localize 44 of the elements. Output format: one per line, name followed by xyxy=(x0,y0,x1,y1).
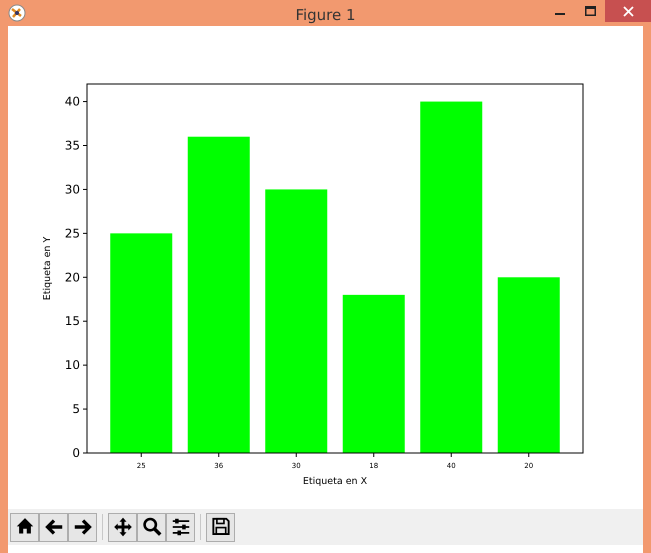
tick-mark xyxy=(82,364,88,366)
tick-mark xyxy=(82,320,88,322)
tick-label: 35 xyxy=(64,138,80,152)
tick-label: 25 xyxy=(64,226,80,240)
tick-mark xyxy=(373,452,374,458)
search-icon xyxy=(142,517,162,537)
tick-label: 0 xyxy=(72,446,80,460)
save-button[interactable] xyxy=(206,512,235,542)
tick-mark xyxy=(140,452,142,458)
window-title: Figure 1 xyxy=(295,6,356,24)
y-axis-label: Etiqueta en Y xyxy=(42,236,53,300)
tick-mark xyxy=(82,188,88,190)
pan-button[interactable] xyxy=(108,512,137,542)
close-button[interactable] xyxy=(605,0,651,22)
tick-label: 20 xyxy=(64,270,80,284)
zoom-button[interactable] xyxy=(137,512,166,542)
tick-mark xyxy=(82,408,88,410)
tick-mark xyxy=(82,276,88,278)
maximize-icon xyxy=(584,6,596,16)
tick-mark xyxy=(528,452,530,458)
move-icon xyxy=(112,517,132,537)
forward-button[interactable] xyxy=(68,512,97,542)
tick-mark xyxy=(82,101,88,102)
tick-label: 15 xyxy=(64,314,80,328)
tick-label: 5 xyxy=(72,402,80,416)
back-button[interactable] xyxy=(39,512,68,542)
forward-arrow-icon xyxy=(72,517,92,537)
tick-mark xyxy=(296,452,297,458)
sliders-icon xyxy=(170,517,190,537)
close-icon xyxy=(622,6,634,16)
app-icon xyxy=(8,4,26,22)
tick-label: 40 xyxy=(64,94,80,109)
home-button[interactable] xyxy=(10,512,39,542)
tick-label: 10 xyxy=(64,358,80,372)
tick-label: 30 xyxy=(64,182,80,196)
configure-button[interactable] xyxy=(166,512,195,542)
minimize-icon xyxy=(555,13,565,15)
tick-mark xyxy=(82,145,88,146)
tick-mark xyxy=(82,232,88,234)
tick-mark xyxy=(82,452,88,454)
back-arrow-icon xyxy=(44,517,64,537)
x-axis-label: Etiqueta en X xyxy=(302,476,368,487)
tick-mark xyxy=(450,452,452,458)
tick-mark xyxy=(218,452,220,458)
